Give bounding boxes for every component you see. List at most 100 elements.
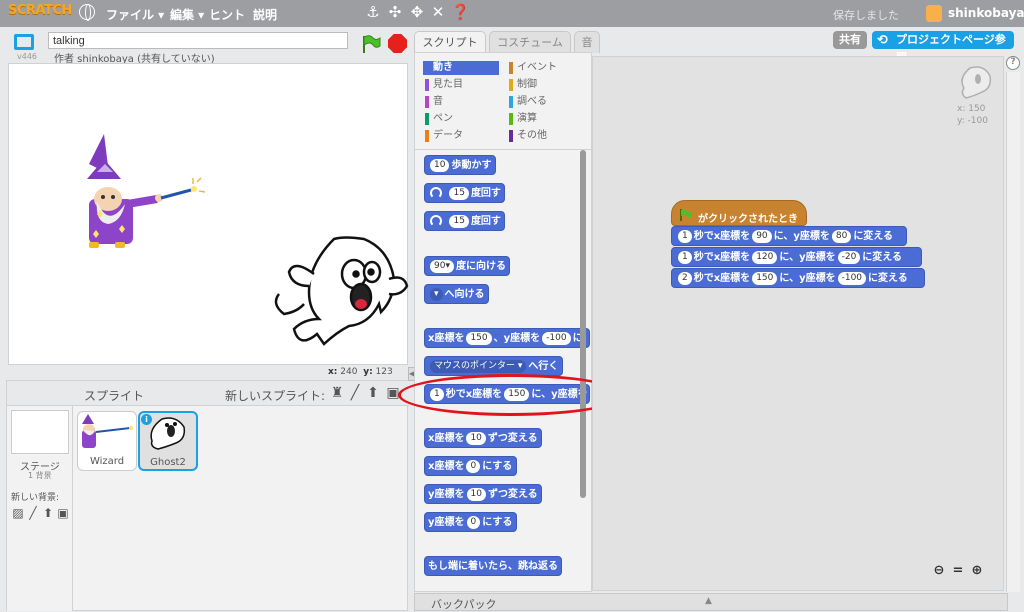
glide-block-1[interactable]: 1 秒でx座標を 90 に、y座標を 80 に変える	[671, 226, 907, 246]
wizard-sprite[interactable]	[87, 134, 206, 248]
backpack-bar[interactable]: バックパック ▲	[414, 593, 1008, 611]
category-motion[interactable]: 動き	[423, 61, 499, 75]
block-goto-xy[interactable]: x座標を 150 、y座標を -100 に	[424, 328, 590, 348]
user-avatar[interactable]	[926, 5, 942, 22]
block-text: 秒でx座標を	[693, 231, 751, 242]
tips-menu[interactable]: ヒント	[209, 6, 245, 23]
block-input[interactable]: 10	[466, 487, 486, 501]
choose-backdrop-icon[interactable]: ▨	[11, 506, 25, 520]
block-input[interactable]: 90	[752, 229, 772, 243]
share-button[interactable]: 共有	[833, 31, 867, 49]
sprite-tile-wizard[interactable]: Wizard	[77, 411, 137, 471]
project-title-input[interactable]	[48, 32, 348, 49]
category-control[interactable]: 制御	[507, 78, 583, 92]
glide-block-2[interactable]: 1 秒でx座標を 120 に、y座標を -20 に変える	[671, 247, 922, 267]
block-change-x[interactable]: x座標を 10 ずつ変える	[424, 428, 543, 448]
tab-scripts[interactable]: スクリプト	[414, 31, 486, 53]
expand-arrow-icon[interactable]: ▲	[705, 596, 712, 606]
category-pen[interactable]: ペン	[423, 112, 499, 126]
rotate-left-icon	[430, 215, 442, 227]
block-set-x[interactable]: x座標を 0 にする	[424, 456, 517, 476]
block-input[interactable]: 2	[678, 271, 692, 285]
stage[interactable]	[8, 63, 409, 365]
dropdown-input[interactable]: ▾	[430, 287, 443, 301]
block-input[interactable]: 15	[449, 186, 469, 200]
block-point-direction[interactable]: 90▾ 度に向ける	[424, 256, 511, 276]
fullscreen-icon[interactable]	[14, 34, 34, 50]
block-input[interactable]: 0	[466, 459, 481, 473]
block-input[interactable]: -100	[542, 331, 571, 345]
info-icon[interactable]: i	[141, 414, 152, 425]
block-input[interactable]: 1	[678, 250, 692, 264]
block-input[interactable]: 10	[430, 158, 450, 172]
category-looks[interactable]: 見た目	[423, 78, 499, 92]
shrink-icon[interactable]: ✕	[430, 4, 446, 20]
block-goto-mouse[interactable]: マウスのポインター ▾ へ行く	[424, 356, 563, 376]
green-flag-icon[interactable]	[361, 35, 381, 53]
category-label: 演算	[517, 113, 537, 124]
block-change-y[interactable]: y座標を 10 ずつ変える	[424, 484, 543, 504]
duplicate-icon[interactable]: ⚓	[365, 4, 381, 20]
block-input[interactable]: -20	[837, 250, 861, 264]
block-set-y[interactable]: y座標を 0 にする	[424, 512, 517, 532]
category-data[interactable]: データ	[423, 129, 499, 143]
glide-block-3[interactable]: 2 秒でx座標を 150 に、y座標を -100 に変える	[671, 268, 925, 288]
project-page-button[interactable]: ⟲プロジェクトページ参照	[872, 31, 1014, 64]
category-more[interactable]: その他	[507, 129, 583, 143]
scratch-logo[interactable]: SCRATCH	[8, 3, 72, 18]
palette-scrollbar[interactable]	[580, 150, 586, 498]
category-sound[interactable]: 音	[423, 95, 499, 109]
question-icon[interactable]: ?	[1006, 56, 1020, 70]
block-input[interactable]: 10	[466, 431, 486, 445]
grow-icon[interactable]: ✥	[409, 4, 425, 20]
camera-backdrop-icon[interactable]: ▣	[56, 506, 70, 520]
block-input[interactable]: 0	[466, 515, 481, 529]
help-icon[interactable]: ❓	[451, 4, 470, 20]
category-events[interactable]: イベント	[507, 61, 583, 75]
tab-costumes[interactable]: コスチューム	[489, 31, 571, 53]
paint-backdrop-icon[interactable]: ╱	[26, 506, 40, 520]
edit-menu[interactable]: 編集 ▾	[170, 6, 204, 23]
block-text: 度に向ける	[455, 261, 506, 272]
block-turn-left[interactable]: 15 度回す	[424, 211, 506, 231]
block-input[interactable]: 150	[466, 331, 492, 345]
category-sensing[interactable]: 調べる	[507, 95, 583, 109]
stage-thumbnail[interactable]	[11, 410, 69, 454]
block-input[interactable]: -100	[837, 271, 867, 285]
dropdown-input[interactable]: マウスのポインター ▾	[430, 359, 527, 373]
ghost-sprite[interactable]	[274, 236, 409, 346]
zoom-in-icon[interactable]: ⊕	[969, 563, 985, 579]
choose-sprite-icon[interactable]: ♜	[329, 385, 345, 401]
about-menu[interactable]: 説明	[253, 6, 277, 23]
script-scrollbar[interactable]	[1006, 72, 1020, 592]
stop-icon[interactable]	[388, 34, 407, 53]
new-sprite-label: 新しいスプライト:	[225, 389, 326, 403]
block-turn-right[interactable]: 15 度回す	[424, 183, 506, 203]
sprite-tile-ghost2[interactable]: i Ghost2	[138, 411, 198, 471]
category-swatch	[509, 130, 513, 142]
globe-icon[interactable]	[79, 4, 95, 21]
tab-sounds[interactable]: 音	[574, 31, 600, 53]
zoom-out-icon[interactable]: ⊖	[931, 563, 947, 579]
menu-bar: SCRATCH ファイル ▾ 編集 ▾ ヒント 説明 ⚓ ✣ ✥ ✕ ❓ 保存し…	[0, 0, 1024, 27]
upload-backdrop-icon[interactable]: ⬆	[41, 506, 55, 520]
block-move[interactable]: 10 歩動かす	[424, 155, 496, 175]
file-menu[interactable]: ファイル ▾	[106, 6, 164, 23]
block-input[interactable]: 90▾	[430, 259, 454, 273]
block-input[interactable]: 15	[449, 214, 469, 228]
block-input[interactable]: 120	[752, 250, 778, 264]
category-operators[interactable]: 演算	[507, 112, 583, 126]
sprite-name: Wizard	[89, 456, 125, 467]
cut-icon[interactable]: ✣	[387, 4, 403, 20]
zoom-reset-icon[interactable]: =	[950, 563, 966, 579]
block-input[interactable]: 150	[752, 271, 778, 285]
block-bounce[interactable]: もし端に着いたら、跳ね返る	[424, 556, 563, 576]
block-input[interactable]: 80	[831, 229, 852, 243]
upload-sprite-icon[interactable]: ⬆	[365, 385, 381, 401]
when-flag-clicked-block[interactable]: がクリックされたとき	[671, 200, 807, 226]
username[interactable]: shinkobaya	[948, 6, 1024, 20]
block-point-towards[interactable]: ▾ へ向ける	[424, 284, 490, 304]
paint-sprite-icon[interactable]: ╱	[347, 385, 363, 401]
scripts-area[interactable]	[592, 56, 1004, 591]
block-input[interactable]: 1	[678, 229, 692, 243]
